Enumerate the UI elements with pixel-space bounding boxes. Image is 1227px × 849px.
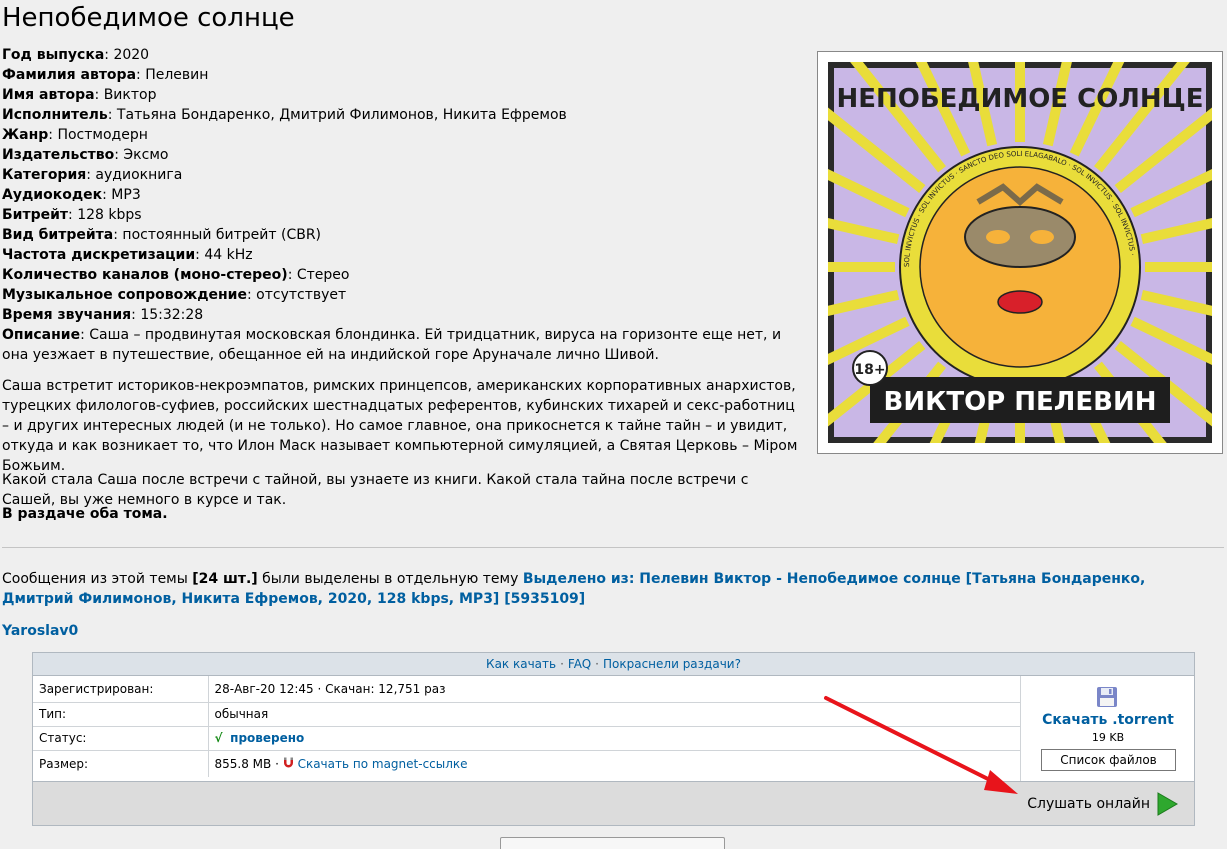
status-value: проверено: [230, 731, 305, 745]
torrent-info-table: Зарегистрирован: 28-Авг-20 12:45 · Скача…: [33, 676, 1020, 777]
meta-row: Музыкальное сопровождение: отсутствует: [2, 285, 802, 305]
meta-label: Аудиокодек: [2, 187, 103, 203]
meta-row: Имя автора: Виктор: [2, 85, 802, 105]
meta-row: Издательство: Эксмо: [2, 145, 802, 165]
file-list-button[interactable]: Список файлов: [1041, 749, 1176, 771]
table-row: Статус: √ проверено: [33, 726, 1020, 751]
faq-link[interactable]: FAQ: [568, 657, 591, 671]
downloaded-count: Скачан: 12,751 раз: [325, 681, 446, 696]
meta-row: Время звучания: 15:32:28: [2, 305, 802, 325]
meta-label: Год выпуска: [2, 47, 105, 63]
torrent-box: Как качать · FAQ · Покраснели раздачи? Зарег…: [32, 652, 1195, 826]
meta-label: Вид битрейта: [2, 227, 114, 243]
torrent-footer: Слушать онлайн: [33, 781, 1194, 825]
split-count: [24 шт.]: [192, 571, 258, 587]
meta-label: Категория: [2, 167, 87, 183]
torrent-file-size: 19 KB: [1091, 731, 1125, 744]
cover-art: НЕПОБЕДИМОЕ СОЛНЦЕ ВИКТОР ПЕЛЕВИН 18+ SO…: [828, 62, 1212, 443]
meta-row: Описание: Саша – продвинутая московская …: [2, 325, 802, 365]
meta-value: : 44 kHz: [195, 247, 253, 263]
meta-value: : аудиокнига: [86, 167, 183, 183]
meta-row: Аудиокодек: MP3: [2, 185, 802, 205]
table-row: Размер: 855.8 MB · Скачать по magnet-ссы…: [33, 750, 1020, 777]
cover-age-rating: 18+: [854, 362, 885, 378]
meta-value: : Постмодерн: [48, 127, 148, 143]
how-to-download-link[interactable]: Как качать: [486, 657, 556, 671]
meta-row: Исполнитель: Татьяна Бондаренко, Дмитрий…: [2, 105, 802, 125]
username-link[interactable]: Yaroslav0: [2, 623, 78, 639]
meta-row: Жанр: Постмодерн: [2, 125, 802, 145]
split-notice: Сообщения из этой темы [24 шт.] были выд…: [2, 571, 1146, 607]
meta-label: Жанр: [2, 127, 49, 143]
magnet-icon: [283, 757, 293, 768]
meta-value: : 2020: [104, 47, 150, 63]
table-row: Зарегистрирован: 28-Авг-20 12:45 · Скача…: [33, 676, 1020, 703]
meta-row: Битрейт: 128 kbps: [2, 205, 802, 225]
play-icon: [1157, 792, 1178, 816]
checkmark-icon: √: [214, 731, 223, 745]
meta-value: : Пелевин: [136, 67, 209, 83]
type-value: обычная: [208, 702, 1020, 727]
listen-online-label: Слушать онлайн: [1027, 796, 1150, 812]
cover-author: ВИКТОР ПЕЛЕВИН: [884, 387, 1157, 417]
meta-label: Имя автора: [2, 87, 95, 103]
status-label: Статус:: [33, 726, 209, 751]
magnet-link[interactable]: Скачать по magnet-ссылке: [298, 757, 468, 771]
description-paragraph-1: Саша встретит историков-некроэмпатов, ри…: [2, 378, 798, 474]
listen-online-button[interactable]: Слушать онлайн: [1027, 792, 1178, 816]
meta-value: : 15:32:28: [131, 307, 204, 323]
meta-row: Год выпуска: 2020: [2, 45, 802, 65]
meta-value: : отсутствует: [247, 287, 347, 303]
red-torrents-link[interactable]: Покраснели раздачи?: [603, 657, 741, 671]
meta-value: : Татьяна Бондаренко, Дмитрий Филимонов,…: [107, 107, 567, 123]
size-value: 855.8 MB: [214, 756, 272, 771]
meta-label: Частота дискретизации: [2, 247, 196, 263]
meta-value: : Виктор: [94, 87, 157, 103]
meta-row: Категория: аудиокнига: [2, 165, 802, 185]
meta-label: Фамилия автора: [2, 67, 137, 83]
meta-value: : Саша – продвинутая московская блондинк…: [2, 327, 782, 363]
meta-value: : постоянный битрейт (CBR): [113, 227, 322, 243]
download-panel: Скачать .torrent 19 KB Список файлов: [1020, 676, 1194, 781]
registered-value: 28-Авг-20 12:45: [214, 681, 314, 696]
size-label: Размер:: [33, 750, 209, 777]
release-meta: Год выпуска: 2020 Фамилия автора: Пелевин…: [2, 45, 802, 365]
book-cover: НЕПОБЕДИМОЕ СОЛНЦЕ ВИКТОР ПЕЛЕВИН 18+ SO…: [817, 51, 1223, 454]
meta-row: Фамилия автора: Пелевин: [2, 65, 802, 85]
meta-row: Количество каналов (моно-стерео): Стерео: [2, 265, 802, 285]
description-paragraph-3: В раздаче оба тома.: [2, 506, 168, 522]
meta-label: Количество каналов (моно-стерео): [2, 267, 288, 283]
bottom-control[interactable]: [500, 837, 725, 849]
meta-label: Время звучания: [2, 307, 132, 323]
meta-label: Битрейт: [2, 207, 69, 223]
registered-label: Зарегистрирован:: [33, 676, 209, 703]
meta-row: Вид битрейта: постоянный битрейт (CBR): [2, 225, 802, 245]
meta-value: : Стерео: [287, 267, 350, 283]
floppy-disk-icon[interactable]: [1096, 686, 1118, 708]
meta-label: Музыкальное сопровождение: [2, 287, 247, 303]
page-title: Непобедимое солнце: [2, 3, 295, 33]
meta-label: Издательство: [2, 147, 115, 163]
torrent-help-links: Как качать · FAQ · Покраснели раздачи?: [33, 653, 1194, 676]
meta-row: Частота дискретизации: 44 kHz: [2, 245, 802, 265]
table-row: Тип: обычная: [33, 702, 1020, 727]
type-label: Тип:: [33, 702, 209, 727]
cover-title: НЕПОБЕДИМОЕ СОЛНЦЕ: [836, 84, 1203, 114]
meta-value: : 128 kbps: [68, 207, 142, 223]
divider: [2, 547, 1224, 548]
meta-label: Описание: [2, 327, 81, 343]
meta-value: : MP3: [102, 187, 141, 203]
meta-value: : Эксмо: [114, 147, 169, 163]
meta-label: Исполнитель: [2, 107, 108, 123]
download-torrent-link[interactable]: Скачать .torrent: [1021, 712, 1195, 728]
